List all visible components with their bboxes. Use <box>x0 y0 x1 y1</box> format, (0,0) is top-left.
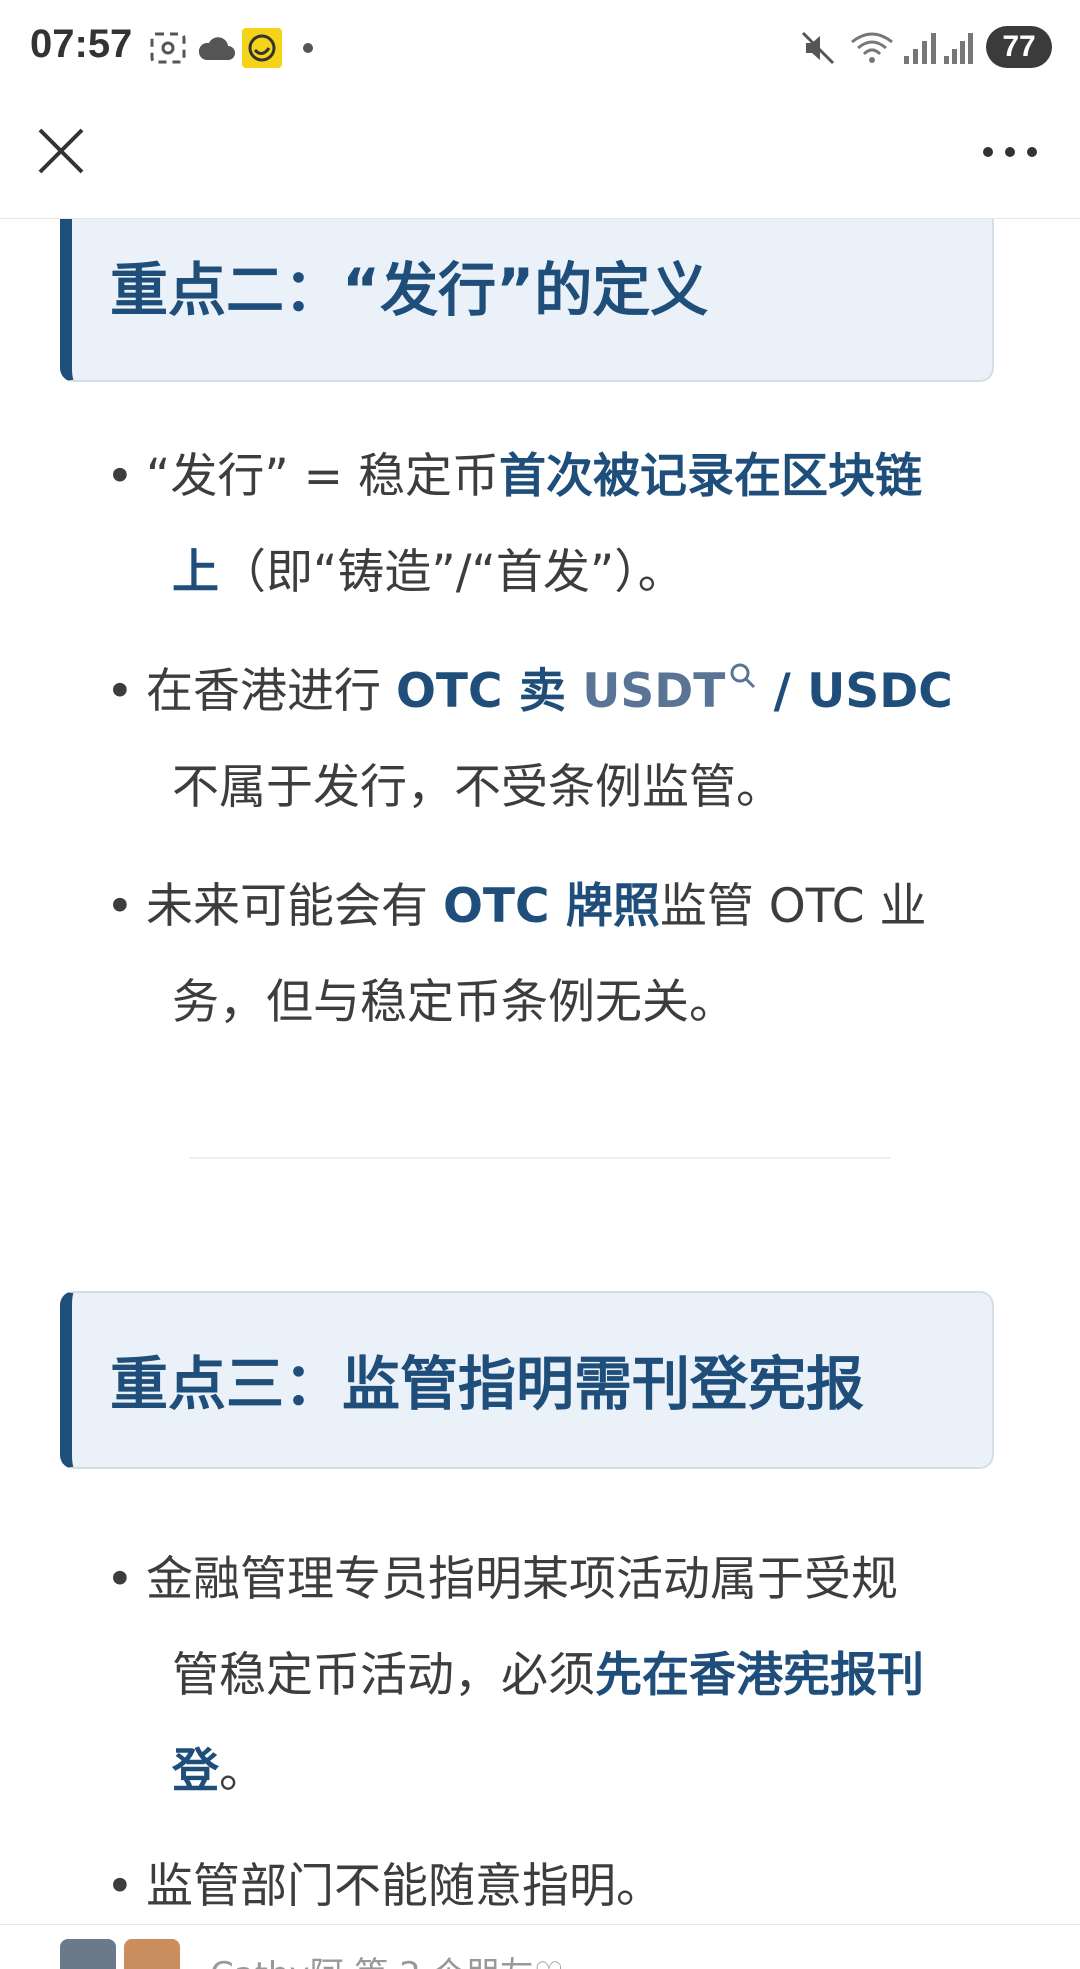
bullet-highlight: / USDC <box>757 664 953 719</box>
top-bar <box>0 96 1080 219</box>
avatar[interactable] <box>60 1939 116 1969</box>
bullet-item: • 监管部门不能随意指明。 <box>106 1839 996 1924</box>
section-title-2: 重点二：“发行”的定义 <box>110 256 709 324</box>
bullet-highlight: 先在香港宪报刊 <box>595 1648 924 1703</box>
bullet-text: 在香港进行 <box>146 664 396 719</box>
bullet-text: 未来可能会有 <box>146 879 443 934</box>
bullet-text: “发行” = 稳定币 <box>146 449 499 504</box>
bullet-line: 务，但与稳定币条例无关。 <box>172 955 996 1051</box>
bullet-line: 监管部门不能随意指明。 <box>146 1839 996 1924</box>
bullet-highlight: OTC 牌照 <box>442 879 660 934</box>
bullet-line: 登。 <box>172 1724 996 1820</box>
bullet-item: • “发行” = 稳定币首次被记录在区块链 上（即“铸造”/“首发”）。 <box>106 429 996 621</box>
bullet-highlight: OTC 卖 <box>395 664 583 719</box>
dot-icon <box>303 43 313 53</box>
bullet-highlight: 登 <box>172 1744 219 1799</box>
bullet-item: • 金融管理专员指明某项活动属于受规 管稳定币活动，必须先在香港宪报刊 登。 <box>106 1532 996 1820</box>
cloud-icon <box>198 37 235 60</box>
bullet-text: 务，但与稳定币条例无关。 <box>172 975 736 1030</box>
avatar[interactable] <box>124 1939 180 1969</box>
bullet-highlight: 首次被记录在区块链 <box>498 449 922 504</box>
bullet-text: 监管 OTC 业 <box>659 879 927 934</box>
section-title-3: 重点三：监管指明需刊登宪报 <box>110 1350 865 1418</box>
bullet-text: 监管部门不能随意指明。 <box>146 1859 663 1914</box>
section-header-3: 重点三：监管指明需刊登宪报 <box>60 1291 994 1469</box>
bullet-line: 上（即“铸造”/“首发”）。 <box>172 525 996 621</box>
screenshot-icon <box>150 32 186 64</box>
bottom-bar[interactable]: Cathy阿 等 2 个朋友♡ <box>0 1924 1080 1969</box>
bullet-text: 管稳定币活动，必须 <box>172 1648 595 1703</box>
article-content: 重点二：“发行”的定义 • “发行” = 稳定币首次被记录在区块链 上（即“铸造… <box>0 219 1080 1924</box>
usdt-link[interactable]: USDT <box>582 664 725 719</box>
bullet-highlight: 上 <box>172 545 219 600</box>
bullet-line: “发行” = 稳定币首次被记录在区块链 <box>146 429 996 525</box>
bullet-line: 管稳定币活动，必须先在香港宪报刊 <box>172 1628 996 1724</box>
signal-icon-2 <box>944 33 973 64</box>
status-time: 07:57 <box>30 22 133 66</box>
bullet-text: 不属于发行，不受条例监管。 <box>172 760 783 815</box>
close-icon[interactable] <box>34 124 88 178</box>
bullet-line: 在香港进行 OTC 卖 USDT / USDC <box>146 644 996 740</box>
search-icon[interactable] <box>729 662 757 690</box>
bullet-line: 不属于发行，不受条例监管。 <box>172 740 996 836</box>
signal-icon <box>904 33 936 64</box>
bullet-text: （即“铸造”/“首发”）。 <box>219 545 685 600</box>
bullet-line: 未来可能会有 OTC 牌照监管 OTC 业 <box>146 859 996 955</box>
bullet-text: 金融管理专员指明某项活动属于受规 <box>146 1552 898 1607</box>
wifi-icon <box>851 32 893 63</box>
status-bar: 07:57 77 <box>0 0 1080 96</box>
section-divider <box>190 1157 890 1159</box>
bullet-item: • 未来可能会有 OTC 牌照监管 OTC 业 务，但与稳定币条例无关。 <box>106 859 996 1051</box>
more-icon[interactable] <box>980 132 1040 172</box>
section-header-2: 重点二：“发行”的定义 <box>60 219 994 382</box>
bullet-text: 。 <box>219 1744 266 1799</box>
bullet-line: 金融管理专员指明某项活动属于受规 <box>146 1532 996 1628</box>
mute-icon <box>801 31 835 65</box>
friends-liked-text[interactable]: Cathy阿 等 2 个朋友♡ <box>210 1947 564 1969</box>
bullet-item: • 在香港进行 OTC 卖 USDT / USDC 不属于发行，不受条例监管。 <box>106 644 996 836</box>
app-notification-icon <box>242 28 282 68</box>
battery-indicator: 77 <box>986 26 1052 68</box>
